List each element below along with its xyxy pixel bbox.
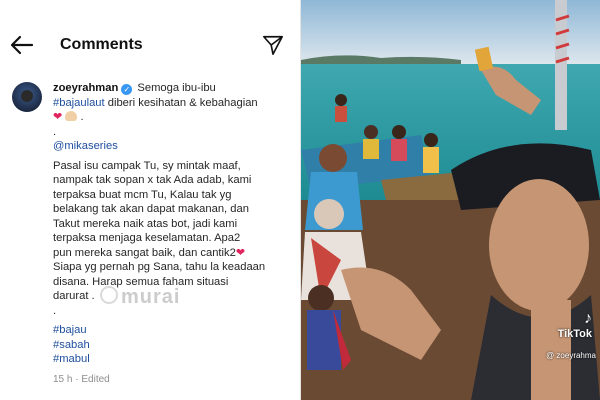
watermark-text: murai	[121, 286, 181, 308]
comment-text-line2: diberi kesihatan & kebahagian	[104, 96, 258, 109]
praying-hands-icon	[65, 111, 78, 121]
tiktok-note-icon: ♪	[584, 310, 592, 327]
boat-scene-image	[301, 0, 600, 400]
tiktok-logo-label: ♪ TikTok	[558, 310, 592, 340]
send-icon[interactable]	[262, 34, 284, 56]
tiktok-username: @ zoeyrahma	[546, 351, 596, 360]
page-title: Comments	[60, 36, 143, 53]
paragraph-line: terpaksa menjaga keselamatan. Apa2	[53, 232, 241, 244]
mention-mikaseries[interactable]: @mikaseries	[53, 140, 118, 152]
heart-icon: ❤	[53, 111, 63, 123]
hashtag-bajau[interactable]: #bajau	[53, 324, 87, 336]
hashtag-sabah[interactable]: #sabah	[53, 339, 90, 351]
murai-logo-icon	[100, 286, 118, 304]
comment-time: 15 h	[53, 374, 73, 385]
hashtag-bajaulaut[interactable]: #bajaulaut	[53, 97, 105, 109]
edited-label: Edited	[81, 374, 110, 385]
comment-meta: 15 h · Edited	[53, 374, 110, 385]
paragraph-line: Pasal isu campak Tu, sy mintak maaf,	[53, 159, 241, 172]
comment-username[interactable]: zoeyrahman	[53, 82, 118, 94]
comment-text-line1: Semoga ibu-ibu	[137, 82, 216, 94]
paragraph-line: Takut mereka naik atas bot, jadi kami	[53, 217, 238, 230]
paragraph-line: Siapa yg pernah pg Sana, tahu la keadaan	[53, 261, 266, 273]
paragraph-line: terpaksa buat mcm Tu, Kalau tak yg	[53, 188, 232, 201]
comment-dot: .	[53, 125, 57, 138]
comment-text-line3: .	[80, 111, 84, 123]
comment-body: zoeyrahman ✓ Semoga ibu-ibu #bajaulaut di…	[53, 81, 289, 367]
paragraph-line: belakang tak akan dapat makanan, dan	[53, 203, 249, 215]
back-arrow-icon[interactable]	[10, 35, 34, 55]
hashtag-mabul[interactable]: #mabul	[53, 353, 90, 365]
heart-icon: ❤	[235, 246, 246, 259]
tiktok-text: TikTok	[557, 328, 592, 340]
verified-badge-icon: ✓	[121, 84, 133, 95]
avatar[interactable]	[12, 82, 42, 112]
comments-header: Comments	[0, 0, 300, 62]
comments-panel: Comments zoeyrahman ✓ Semoga ibu-ibu #baj…	[0, 0, 300, 400]
paragraph-line: pun mereka sangat baik, dan cantik2	[53, 246, 236, 259]
video-still: ♪ TikTok @ zoeyrahma	[301, 0, 600, 400]
paragraph-line: nampak tak sopan x tak Ada adab, kami	[53, 174, 252, 186]
murai-watermark: murai	[100, 286, 180, 309]
